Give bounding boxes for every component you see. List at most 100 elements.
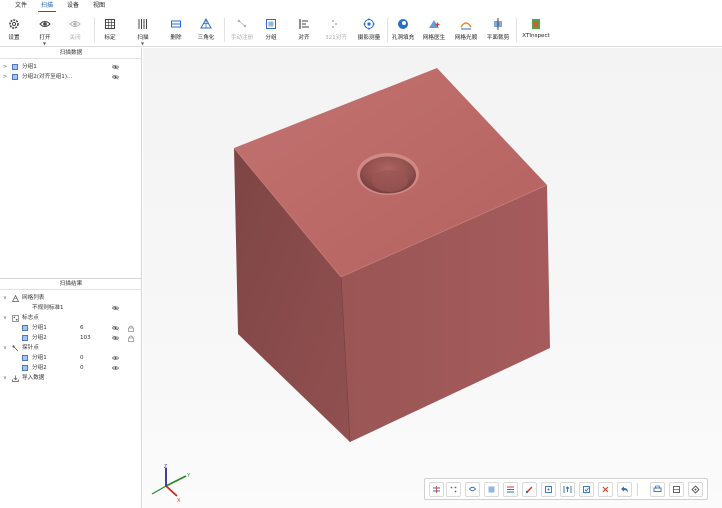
- plane-clip-button[interactable]: 平面裁剪: [483, 13, 513, 47]
- align-321-button[interactable]: 321对齐: [322, 13, 350, 47]
- tree-item[interactable]: > 分组1: [0, 62, 142, 72]
- mesh-doctor-button[interactable]: 网格医生: [420, 13, 448, 47]
- close-label: 关闭: [69, 35, 81, 41]
- axis-gizmo: Y Z X: [151, 464, 191, 504]
- visibility-eye-icon[interactable]: [112, 365, 119, 371]
- mesh-doctor-icon: [429, 20, 440, 28]
- group-color-icon: [12, 64, 18, 70]
- group-color-icon: [22, 365, 28, 371]
- point-count: 0: [80, 365, 84, 371]
- display-mode-icon: [673, 486, 680, 493]
- tree-item[interactable]: 分组2 0: [0, 363, 142, 373]
- select-all-button[interactable]: [579, 482, 594, 497]
- tree-item[interactable]: 分组1 6: [0, 323, 142, 333]
- tree-item[interactable]: 不规则标准1: [0, 303, 142, 313]
- calibrate-button[interactable]: 标定: [98, 13, 122, 47]
- menu-scan[interactable]: 扫描: [34, 0, 60, 12]
- fit-view-icon: [563, 486, 572, 493]
- ribbon-toolbar: 设置 打开 ▼ 关闭 标定 扫描 ▼ 删除 三角化 手动注册 分组 对齐 321…: [0, 13, 722, 47]
- chevron-down-icon[interactable]: v: [2, 293, 8, 303]
- view-front-button[interactable]: [484, 482, 499, 497]
- visibility-eye-icon[interactable]: [112, 64, 119, 70]
- print-button[interactable]: [650, 482, 665, 497]
- fit-view-button[interactable]: [560, 482, 575, 497]
- calibration-icon: [105, 19, 115, 29]
- toolbar-divider: [516, 18, 517, 42]
- chevron-down-icon[interactable]: v: [2, 313, 8, 323]
- point-select-button[interactable]: [446, 482, 461, 497]
- align-view-button[interactable]: [429, 482, 444, 497]
- group-color-icon: [22, 325, 28, 331]
- scan-data-title: 扫描数据: [0, 48, 142, 59]
- visibility-eye-icon[interactable]: [112, 355, 119, 361]
- marker-points-icon: [12, 314, 19, 322]
- cube-model[interactable]: [143, 48, 722, 508]
- manual-register-button[interactable]: 手动注册: [228, 13, 256, 47]
- xtinspect-button[interactable]: XTInspect: [519, 13, 553, 47]
- visibility-eye-icon[interactable]: [112, 305, 119, 311]
- group-label: 分组: [265, 35, 277, 41]
- hole-fill-button[interactable]: 孔洞填充: [389, 13, 417, 47]
- lock-icon[interactable]: [128, 325, 134, 332]
- delete-icon: [171, 20, 181, 28]
- delete-button[interactable]: 删除: [164, 13, 188, 47]
- eye-closed-icon: [69, 21, 81, 27]
- gear-icon: [9, 19, 19, 29]
- tree-item-label: 分组1: [32, 325, 47, 331]
- scan-button[interactable]: 扫描 ▼: [130, 13, 156, 47]
- toolbar-divider: [387, 18, 388, 42]
- lasso-select-button[interactable]: [465, 482, 480, 497]
- mesh-smooth-button[interactable]: 网格光顺: [452, 13, 480, 47]
- chevron-down-icon[interactable]: v: [2, 373, 8, 383]
- lasso-icon: [468, 486, 477, 492]
- tree-item[interactable]: 分组2 103: [0, 333, 142, 343]
- group-color-icon: [22, 355, 28, 361]
- tree-item-import-data[interactable]: v 导入数据: [0, 373, 142, 383]
- clear-selection-button[interactable]: [598, 482, 613, 497]
- close-button[interactable]: 关闭: [62, 13, 88, 47]
- tree-item-mesh-list[interactable]: v 网格列表: [0, 293, 142, 303]
- tree-item-probe-points[interactable]: v 探针点: [0, 343, 142, 353]
- hole-fill-icon: [398, 19, 408, 29]
- menu-view[interactable]: 视图: [86, 0, 112, 12]
- undo-button[interactable]: [617, 482, 632, 497]
- visibility-eye-icon[interactable]: [112, 325, 119, 331]
- select-through-button[interactable]: [541, 482, 556, 497]
- paint-select-button[interactable]: [522, 482, 537, 497]
- render-settings-button[interactable]: [688, 482, 703, 497]
- close-icon: [602, 486, 609, 493]
- settings-button[interactable]: 设置: [2, 13, 26, 47]
- photogrammetry-label: 摄影测量: [357, 35, 381, 41]
- scan-lines-icon: [138, 19, 147, 29]
- align-label: 对齐: [298, 35, 310, 41]
- chevron-down-icon[interactable]: ▼: [43, 41, 46, 46]
- plane-clip-icon: [494, 18, 502, 30]
- triangulate-button[interactable]: 三角化: [193, 13, 219, 47]
- visibility-eye-icon[interactable]: [112, 74, 119, 80]
- open-button[interactable]: 打开 ▼: [32, 13, 58, 47]
- group-button[interactable]: 分组: [259, 13, 283, 47]
- menu-device[interactable]: 设备: [60, 0, 86, 12]
- lock-icon[interactable]: [128, 335, 134, 342]
- view-toolbar: [424, 478, 708, 500]
- visibility-eye-icon[interactable]: [112, 335, 119, 341]
- align-button[interactable]: 对齐: [292, 13, 316, 47]
- view-top-button[interactable]: [503, 482, 518, 497]
- probe-icon: [12, 344, 19, 351]
- group-color-icon: [22, 335, 28, 341]
- tree-item[interactable]: > 分组2(对齐至组1)...: [0, 72, 142, 82]
- menu-file[interactable]: 文件: [8, 0, 34, 12]
- photogrammetry-button[interactable]: 摄影测量: [354, 13, 384, 47]
- chevron-right-icon[interactable]: >: [2, 72, 8, 82]
- hole-fill-label: 孔洞填充: [391, 35, 415, 41]
- tree-item[interactable]: 分组1 0: [0, 353, 142, 363]
- tree-item-marker-points[interactable]: v 标志点: [0, 313, 142, 323]
- chevron-down-icon[interactable]: ▼: [141, 41, 144, 46]
- tree-item-label: 网格列表: [22, 295, 45, 301]
- display-mode-button[interactable]: [669, 482, 684, 497]
- chevron-right-icon[interactable]: >: [2, 62, 8, 72]
- 3d-viewport[interactable]: [143, 48, 722, 508]
- align-icon: [299, 19, 309, 29]
- triangulate-icon: [200, 18, 212, 29]
- chevron-down-icon[interactable]: v: [2, 343, 8, 353]
